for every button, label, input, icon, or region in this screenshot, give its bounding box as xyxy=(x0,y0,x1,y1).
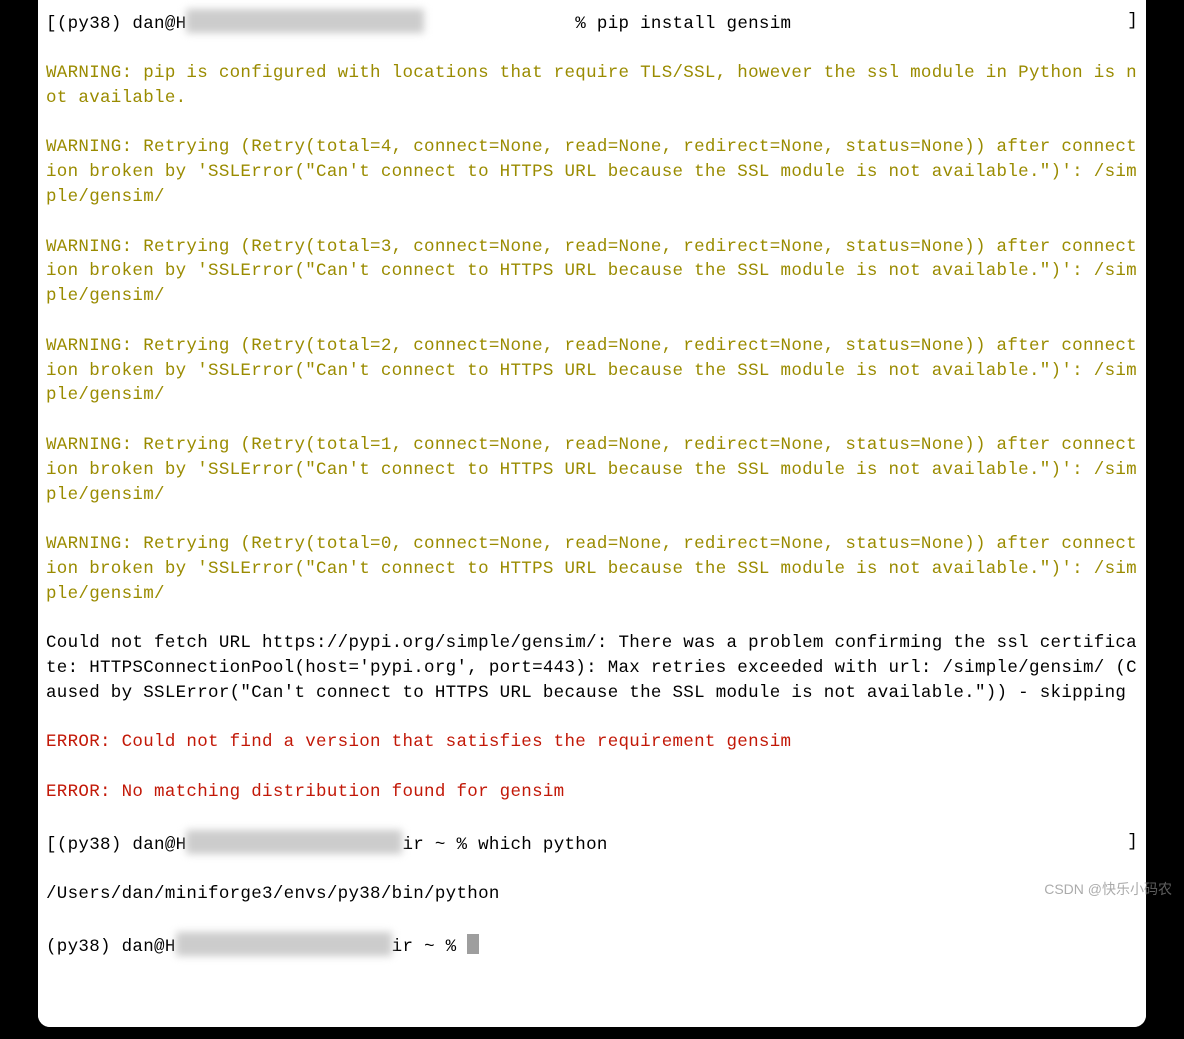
warning-line: WARNING: Retrying (Retry(total=3, connec… xyxy=(38,235,1146,309)
cursor xyxy=(467,934,479,954)
prompt-prefix: (py38) dan@H xyxy=(46,936,176,956)
prompt-line: [(py38) dan@Hxxxxxxxxxxxxxxxxxxxxxx % pi… xyxy=(38,9,1146,37)
error-line: ERROR: Could not find a version that sat… xyxy=(38,730,1146,755)
warning-line: WARNING: Retrying (Retry(total=4, connec… xyxy=(38,135,1146,209)
error-line: ERROR: No matching distribution found fo… xyxy=(38,780,1146,805)
warning-line: WARNING: Retrying (Retry(total=0, connec… xyxy=(38,532,1146,606)
prompt-line: [(py38) dan@Hxxxxxxxxxxxxxxxxxxxxir ~ % … xyxy=(38,830,1146,858)
blurred-hostname: xxxxxxxxxxxxxxxxxxxxxx xyxy=(186,9,424,34)
terminal-window: dan — -zsh — 80×28 zstd 1.4.9 hd783eca_0… xyxy=(38,0,1146,1027)
prompt-line: (py38) dan@Hxxxxxxxxxxxxxxxxxxxxir ~ % xyxy=(38,932,1146,960)
prompt-prefix: (py38) dan@H xyxy=(57,834,187,854)
blurred-hostname: xxxxxxxxxxxxxxxxxxxx xyxy=(176,932,392,957)
prompt-tail: ir ~ % xyxy=(392,936,468,956)
prompt-prefix: (py38) dan@H xyxy=(57,13,187,33)
terminal-body[interactable]: zstd 1.4.9 hd783eca_0 [(py38) dan@Hxxxxx… xyxy=(38,0,1146,1027)
prompt-command: ir ~ % which python xyxy=(402,834,607,854)
watermark: CSDN @快乐小码农 xyxy=(1044,879,1172,899)
prompt-command: % pip install gensim xyxy=(424,13,791,33)
blurred-hostname: xxxxxxxxxxxxxxxxxxxx xyxy=(186,830,402,855)
output-line: /Users/dan/miniforge3/envs/py38/bin/pyth… xyxy=(38,882,1146,907)
warning-line: WARNING: Retrying (Retry(total=2, connec… xyxy=(38,334,1146,408)
output-line: Could not fetch URL https://pypi.org/sim… xyxy=(38,631,1146,705)
warning-line: WARNING: Retrying (Retry(total=1, connec… xyxy=(38,433,1146,507)
warning-line: WARNING: pip is configured with location… xyxy=(38,61,1146,111)
